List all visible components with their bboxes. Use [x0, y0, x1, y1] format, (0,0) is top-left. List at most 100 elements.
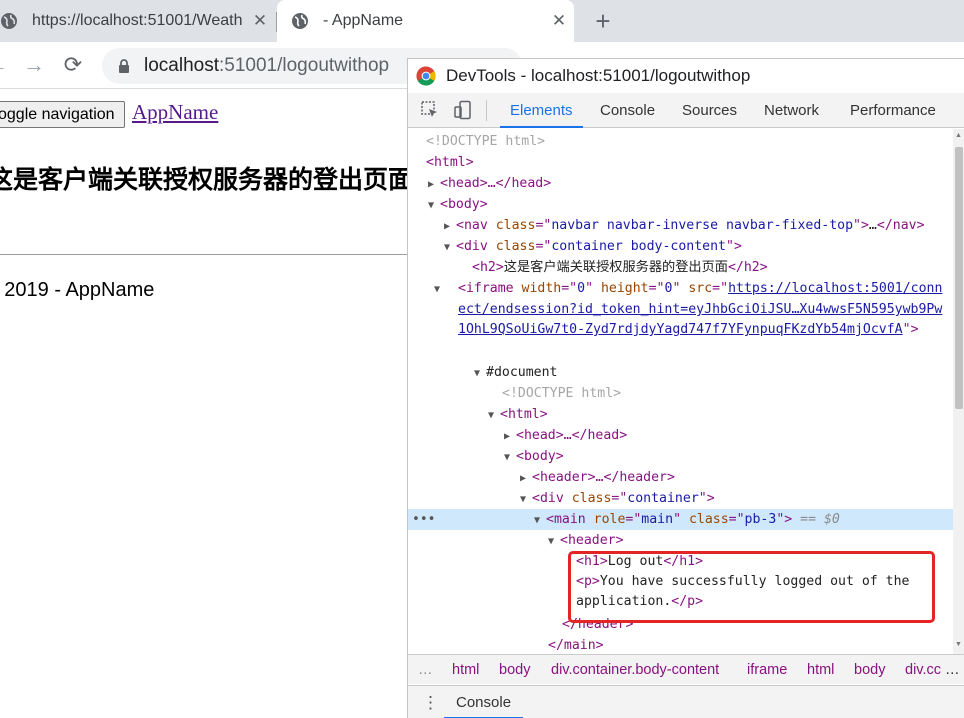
devtools-title: DevTools - localhost:51001/logoutwithop: [446, 66, 751, 85]
device-toolbar-icon[interactable]: [453, 100, 473, 120]
tab-title: https://localhost:51001/Weath: [32, 12, 243, 29]
dom-node-inner-body[interactable]: ▼ <body>: [408, 446, 953, 467]
address-path: :51001/logoutwithop: [219, 55, 390, 76]
browser-tab-appname[interactable]: - AppName ✕: [277, 0, 574, 42]
drawer-tab-console[interactable]: Console: [444, 686, 524, 718]
tab-strip: https://localhost:51001/Weath ✕ - AppNam…: [0, 0, 964, 42]
nav-class-value: navbar navbar-inverse navbar-fixed-top: [551, 218, 854, 233]
reload-icon[interactable]: ⟳: [58, 50, 88, 80]
breadcrumb-div-container[interactable]: div.container.body-content: [551, 655, 719, 684]
back-icon[interactable]: ←: [0, 50, 12, 80]
lock-icon: [118, 58, 130, 74]
dom-node-html[interactable]: <html>: [408, 152, 953, 173]
dom-tree: <!DOCTYPE html> <html> ▶ <head>…</head> ▼…: [408, 129, 953, 654]
breadcrumb-inner-body[interactable]: body: [854, 655, 885, 684]
breadcrumb-div-cc[interactable]: div.cc: [905, 655, 941, 684]
dom-node-head[interactable]: ▶ <head>…</head>: [408, 173, 953, 194]
dom-node-document[interactable]: ▼ #document: [408, 362, 953, 383]
expand-triangle-icon[interactable]: ▶: [504, 426, 516, 447]
h2-text: 这是客户端关联授权服务器的登出页面: [503, 260, 728, 275]
page-viewport: Toggle navigation AppName 这是客户端关联授权服务器的登…: [0, 90, 407, 718]
tab-network[interactable]: Network: [764, 93, 819, 128]
tab-elements[interactable]: Elements: [500, 93, 583, 128]
p-text: You have successfully logged out of the …: [576, 574, 910, 609]
browser-tab-weather[interactable]: https://localhost:51001/Weath ✕: [0, 0, 275, 42]
head-tag: <head>…</head>: [440, 176, 552, 191]
iframe-width-value: 0: [577, 281, 586, 296]
main-class-value: pb-3: [744, 512, 777, 527]
expand-triangle-icon[interactable]: ▶: [428, 174, 440, 195]
dom-node-h2[interactable]: <h2>这是客户端关联授权服务器的登出页面</h2>: [408, 257, 953, 278]
collapse-triangle-icon[interactable]: ▼: [534, 510, 546, 531]
breadcrumb-inner-html[interactable]: html: [807, 655, 834, 684]
breadcrumb-html[interactable]: html: [452, 655, 479, 684]
console-drawer: ⋮ Console: [408, 685, 964, 718]
inspect-element-icon[interactable]: [420, 100, 440, 120]
drawer-menu-icon[interactable]: ⋮: [422, 693, 439, 713]
main-role-value: main: [641, 512, 674, 527]
breadcrumb: … html body div.container.body-content i…: [408, 654, 964, 684]
collapse-triangle-icon[interactable]: ▼: [548, 531, 560, 552]
dom-node-header-close[interactable]: </header>: [408, 614, 953, 635]
scroll-down-icon[interactable]: ▼: [955, 641, 962, 648]
dom-node-iframe[interactable]: ▼ <iframe width="0" height="0" src="https…: [408, 279, 953, 340]
toolbar-separator: [486, 100, 487, 121]
dom-node-inner-html[interactable]: ▼ <html>: [408, 404, 953, 425]
devtools-titlebar: DevTools - localhost:51001/logoutwithop: [408, 59, 964, 93]
collapse-triangle-icon[interactable]: ▼: [504, 447, 516, 468]
collapse-triangle-icon[interactable]: ▼: [444, 237, 456, 258]
tab-sources[interactable]: Sources: [682, 93, 737, 128]
tab-performance[interactable]: Performance: [850, 93, 936, 128]
forward-icon[interactable]: →: [19, 50, 49, 80]
dom-node-main-close[interactable]: </main>: [408, 635, 953, 654]
scrollbar-thumb[interactable]: [955, 147, 963, 409]
inner-doctype-text: <!DOCTYPE html>: [502, 386, 622, 401]
header-close-tag: </header>: [562, 617, 634, 632]
dom-node-doctype[interactable]: <!DOCTYPE html>: [408, 131, 953, 152]
close-tab-icon[interactable]: ✕: [544, 11, 574, 31]
dom-node-inner-doctype[interactable]: <!DOCTYPE html>: [408, 383, 953, 404]
collapse-triangle-icon[interactable]: ▼: [428, 195, 440, 216]
expand-triangle-icon[interactable]: ▶: [444, 216, 456, 237]
collapse-triangle-icon[interactable]: ▼: [474, 363, 486, 384]
header-tag: <header>: [560, 533, 624, 548]
selected-marker: == $0: [800, 512, 840, 527]
dom-node-p[interactable]: <p>You have successfully logged out of t…: [408, 572, 953, 612]
dom-node-inner-header[interactable]: ▶ <header>…</header>: [408, 467, 953, 488]
tab-console[interactable]: Console: [600, 93, 655, 128]
toggle-navigation-button[interactable]: Toggle navigation: [0, 101, 125, 128]
collapse-triangle-icon[interactable]: ▼: [488, 405, 500, 426]
breadcrumb-iframe[interactable]: iframe: [747, 655, 787, 684]
document-node: #document: [486, 365, 558, 380]
dom-scrollbar[interactable]: ▲ ▼: [953, 129, 964, 654]
inner-head-tag: <head>…</head>: [516, 428, 628, 443]
devtools-tabbar: Elements Console Sources Network Perform…: [408, 93, 964, 128]
dom-node-h1[interactable]: <h1>Log out</h1>: [408, 551, 953, 572]
scroll-up-icon[interactable]: ▲: [955, 132, 962, 139]
expand-triangle-icon[interactable]: ▶: [520, 468, 532, 489]
dom-node-nav[interactable]: ▶ <nav class="navbar navbar-inverse navba…: [408, 215, 953, 236]
dom-node-inner-container[interactable]: ▼ <div class="container">: [408, 488, 953, 509]
more-options-icon[interactable]: •••: [412, 509, 435, 530]
dom-node-header[interactable]: ▼ <header>: [408, 530, 953, 551]
new-tab-button[interactable]: +: [588, 6, 618, 36]
inner-html-tag: <html>: [500, 407, 548, 422]
breadcrumb-more[interactable]: …: [945, 655, 960, 684]
close-tab-icon[interactable]: ✕: [245, 11, 275, 31]
collapse-triangle-icon[interactable]: ▼: [434, 280, 458, 300]
dom-node-main-selected[interactable]: ••• ▼ <main role="main" class="pb-3"> == …: [408, 509, 953, 530]
collapse-triangle-icon[interactable]: ▼: [520, 489, 532, 510]
dom-node-inner-head[interactable]: ▶ <head>…</head>: [408, 425, 953, 446]
tab-title: - AppName: [323, 12, 404, 29]
address-host: localhost: [144, 55, 219, 76]
h1-text: Log out: [607, 554, 664, 569]
brand-link[interactable]: AppName: [132, 100, 218, 125]
div-tag: div: [463, 239, 488, 254]
breadcrumb-body[interactable]: body: [499, 655, 530, 684]
container-class-value: container: [627, 491, 699, 506]
dom-node-body[interactable]: ▼ <body>: [408, 194, 953, 215]
dom-node-div-container[interactable]: ▼ <div class="container body-content">: [408, 236, 953, 257]
chrome-logo-icon: [416, 66, 436, 86]
breadcrumb-ellipsis[interactable]: …: [418, 655, 433, 684]
main-close-tag: </main>: [548, 638, 604, 653]
